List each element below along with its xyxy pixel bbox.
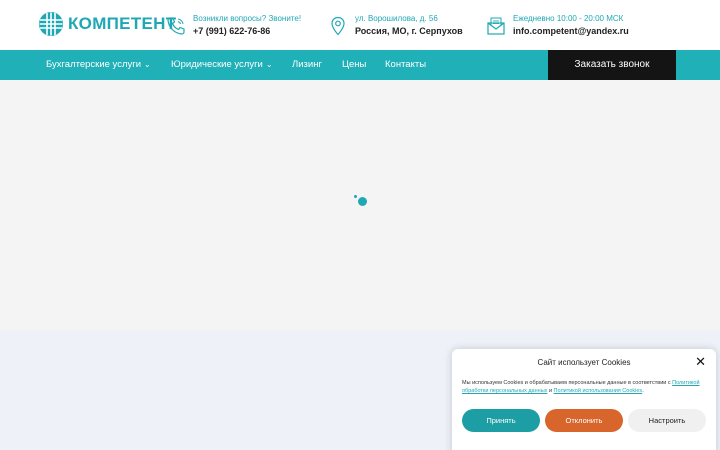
cookie-policy-link[interactable]: Политикой использования Cookies [554,388,643,394]
working-hours: Ежедневно 10:00 - 20:00 МСК [513,14,624,23]
cookie-banner: Сайт использует Cookies ✕ Мы используем … [452,349,716,450]
cookie-title: Сайт использует Cookies [537,358,631,367]
reject-cookies-button[interactable]: Отклонить [545,409,623,432]
top-header: КОМПЕТЕНТ Возникли вопросы? Звоните! +7 … [0,0,720,50]
nav-item-prices[interactable]: Цены [342,50,366,80]
order-call-button[interactable]: Заказать звонок [548,50,676,80]
address-city: Россия, МО, г. Серпухов [355,26,463,36]
nav-item-label: Бухгалтерские услуги [46,59,142,70]
accept-cookies-button[interactable]: Принять [462,409,540,432]
logo-text: КОМПЕТЕНТ [68,14,177,33]
cookie-settings-button[interactable]: Настроить [628,409,706,432]
address-block: ул. Ворошилова, д. 56 Россия, МО, г. Сер… [328,14,463,37]
nav-item-legal[interactable]: Юридические услуги ⌄ [171,50,273,80]
nav-item-leasing[interactable]: Лизинг [292,50,322,80]
email-link[interactable]: info.competent@yandex.ru [513,25,629,37]
mail-icon [487,17,505,35]
chevron-down-icon: ⌄ [265,60,273,69]
nav-item-contacts[interactable]: Контакты [385,50,426,80]
phone-number[interactable]: +7 (991) 622-76-86 [193,25,301,37]
nav-item-label: Лизинг [292,59,322,70]
phone-block[interactable]: Возникли вопросы? Звоните! +7 (991) 622-… [166,14,301,37]
map-pin-icon [331,16,345,36]
logo[interactable]: КОМПЕТЕНТ [38,11,176,37]
address-street: ул. Ворошилова, д. 56 [355,14,438,23]
loading-spinner-icon [354,195,357,198]
cookie-text-and: и [548,388,553,394]
close-icon[interactable]: ✕ [695,355,706,368]
chevron-down-icon: ⌄ [144,60,151,69]
nav-item-label: Юридические услуги [171,59,263,70]
nav-item-label: Контакты [385,59,427,70]
cookie-text-suffix: . [642,388,644,394]
phone-icon [167,17,185,35]
cookie-text: Мы используем Cookies и обрабатываем пер… [462,379,706,395]
globe-icon [39,12,63,36]
contact-block[interactable]: Ежедневно 10:00 - 20:00 МСК info.compete… [486,14,629,37]
nav-item-label: Цены [342,59,367,70]
phone-label: Возникли вопросы? Звоните! [193,14,302,23]
nav-item-accounting[interactable]: Бухгалтерские услуги ⌄ [46,50,151,80]
cookie-text-prefix: Мы используем Cookies и обрабатываем пер… [462,380,671,386]
loading-spinner-dot [358,197,367,206]
